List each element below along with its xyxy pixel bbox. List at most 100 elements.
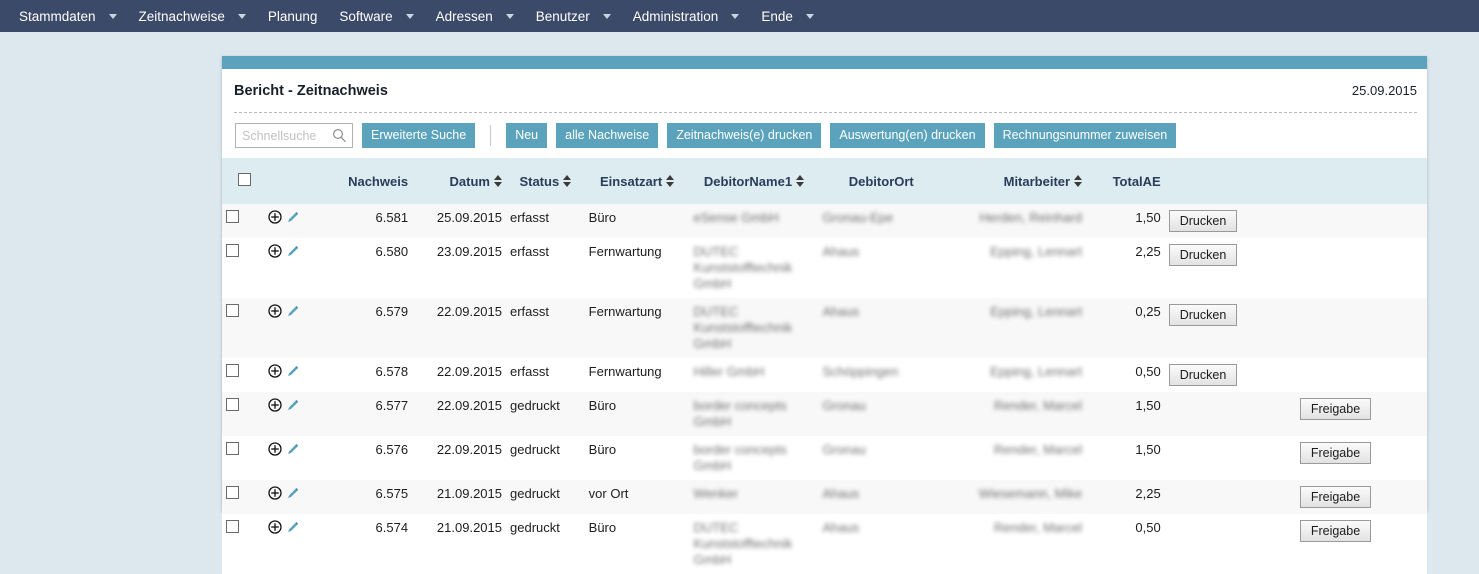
cell-print-action: Drucken	[1164, 358, 1296, 392]
release-row-button[interactable]: Freigabe	[1299, 520, 1372, 542]
circle-plus-icon[interactable]	[267, 364, 282, 382]
table-row[interactable]: 6.579 22.09.2015 erfasst Fernwartung DUTEC K…	[222, 298, 1427, 358]
print-timesheets-button[interactable]: Zeitnachweis(e) drucken	[667, 123, 822, 148]
cell-totalae: 1,50	[1086, 392, 1165, 436]
cell-print-action: Drucken	[1164, 204, 1296, 238]
release-row-button[interactable]: Freigabe	[1299, 398, 1372, 420]
chevron-down-icon[interactable]	[237, 13, 246, 19]
print-evaluations-button[interactable]: Auswertung(en) drucken	[830, 123, 985, 148]
sort-arrows-icon[interactable]	[1074, 175, 1083, 187]
nav-item-ende[interactable]: Ende	[750, 0, 825, 32]
table-row[interactable]: 6.578 22.09.2015 erfasst Fernwartung Hiller …	[222, 358, 1427, 392]
nav-item-zeitnachweise[interactable]: Zeitnachweise	[128, 0, 257, 32]
table-row[interactable]: 6.576 22.09.2015 gedruckt Büro border concep…	[222, 436, 1427, 480]
column-nachweis-label: Nachweis	[348, 173, 409, 189]
circle-plus-icon[interactable]	[267, 398, 282, 416]
release-row-button[interactable]: Freigabe	[1299, 486, 1372, 508]
row-checkbox[interactable]	[226, 486, 239, 499]
pencil-icon[interactable]	[286, 520, 300, 538]
table-row[interactable]: 6.574 21.09.2015 gedruckt Büro DUTEC Kunstst…	[222, 514, 1427, 574]
cell-mitarbeiter-value: Wiesemann, Mike	[978, 486, 1083, 501]
cell-totalae-value: 0,50	[1135, 364, 1161, 379]
pencil-icon[interactable]	[286, 486, 300, 504]
column-select-all	[222, 158, 264, 204]
cell-totalae-value: 1,50	[1135, 442, 1161, 457]
chevron-down-icon[interactable]	[602, 13, 611, 19]
column-debitorort[interactable]: DebitorOrt	[818, 158, 945, 204]
print-row-button[interactable]: Drucken	[1168, 304, 1238, 326]
print-row-button[interactable]: Drucken	[1168, 210, 1238, 232]
table-row[interactable]: 6.577 22.09.2015 gedruckt Büro border concep…	[222, 392, 1427, 436]
cell-totalae: 2,25	[1086, 238, 1165, 298]
pencil-icon[interactable]	[286, 304, 300, 322]
table-row[interactable]: 6.581 25.09.2015 erfasst Büro eSense GmbH Gro…	[222, 204, 1427, 238]
cell-status: gedruckt	[506, 514, 585, 574]
print-row-button[interactable]: Drucken	[1168, 244, 1238, 266]
sort-arrows-icon[interactable]	[796, 175, 805, 187]
print-row-button[interactable]: Drucken	[1168, 364, 1238, 386]
column-datum[interactable]: Datum	[412, 158, 506, 204]
cell-debitorname1: border concepts GmbH	[689, 392, 819, 436]
chevron-down-icon[interactable]	[805, 13, 814, 19]
pencil-icon[interactable]	[286, 442, 300, 460]
row-select-cell	[222, 514, 264, 574]
column-einsatzart[interactable]: Einsatzart	[584, 158, 690, 204]
nav-item-administration[interactable]: Administration	[622, 0, 751, 32]
table-row[interactable]: 6.580 23.09.2015 erfasst Fernwartung DUTEC K…	[222, 238, 1427, 298]
column-totalae[interactable]: TotalAE	[1086, 158, 1165, 204]
column-status-label: Status	[519, 173, 560, 189]
row-checkbox[interactable]	[226, 210, 239, 223]
circle-plus-icon[interactable]	[267, 520, 282, 538]
circle-plus-icon[interactable]	[267, 486, 282, 504]
nav-item-benutzer[interactable]: Benutzer	[525, 0, 622, 32]
row-checkbox[interactable]	[226, 520, 239, 533]
circle-plus-icon[interactable]	[267, 442, 282, 460]
sort-arrows-icon[interactable]	[494, 175, 502, 187]
cell-debitorort: Ahaus	[818, 298, 945, 358]
sort-arrows-icon[interactable]	[563, 175, 572, 187]
row-checkbox[interactable]	[226, 364, 239, 377]
all-records-button[interactable]: alle Nachweise	[556, 123, 659, 148]
circle-plus-icon[interactable]	[267, 304, 282, 322]
new-button[interactable]: Neu	[506, 123, 548, 148]
cell-status-value: gedruckt	[510, 398, 560, 413]
circle-plus-icon[interactable]	[267, 244, 282, 262]
nav-item-adressen[interactable]: Adressen	[425, 0, 525, 32]
chevron-down-icon[interactable]	[731, 13, 740, 19]
table-row[interactable]: 6.575 21.09.2015 gedruckt vor Ort Wenker Ahau…	[222, 480, 1427, 514]
cell-debitorort: Gronau	[818, 392, 945, 436]
chevron-down-icon[interactable]	[108, 13, 117, 19]
nav-item-stammdaten[interactable]: Stammdaten	[8, 0, 128, 32]
release-row-button[interactable]: Freigabe	[1299, 442, 1372, 464]
pencil-icon[interactable]	[286, 244, 300, 262]
nav-item-software[interactable]: Software	[328, 0, 424, 32]
row-checkbox[interactable]	[226, 398, 239, 411]
row-checkbox[interactable]	[226, 442, 239, 455]
row-checkbox[interactable]	[226, 244, 239, 257]
row-checkbox[interactable]	[226, 304, 239, 317]
search-input-wrapper[interactable]	[235, 123, 353, 148]
column-einsatzart-label: Einsatzart	[600, 173, 663, 189]
search-input[interactable]	[240, 125, 332, 146]
circle-plus-icon[interactable]	[267, 210, 282, 228]
column-debitorname1[interactable]: DebitorName1	[689, 158, 819, 204]
pencil-icon[interactable]	[286, 210, 300, 228]
cell-debitorort: Ahaus	[818, 238, 945, 298]
column-mitarbeiter[interactable]: Mitarbeiter	[944, 158, 1087, 204]
cell-mitarbeiter: Render, Marcel	[944, 392, 1087, 436]
column-status[interactable]: Status	[506, 158, 585, 204]
sort-arrows-icon[interactable]	[666, 175, 675, 187]
select-all-checkbox[interactable]	[237, 173, 251, 186]
nav-item-planung[interactable]: Planung	[257, 0, 329, 32]
assign-invoice-number-button[interactable]: Rechnungsnummer zuweisen	[993, 123, 1177, 148]
column-mitarbeiter-label: Mitarbeiter	[1003, 173, 1071, 189]
pencil-icon[interactable]	[286, 364, 300, 382]
cell-totalae-value: 1,50	[1135, 210, 1161, 225]
chevron-down-icon[interactable]	[505, 13, 514, 19]
advanced-search-button[interactable]: Erweiterte Suche	[362, 123, 476, 148]
chevron-down-icon[interactable]	[405, 13, 414, 19]
column-nachweis[interactable]: Nachweis	[326, 158, 413, 204]
magnifier-icon[interactable]	[332, 128, 347, 143]
pencil-icon[interactable]	[286, 398, 300, 416]
cell-datum: 22.09.2015	[412, 298, 506, 358]
